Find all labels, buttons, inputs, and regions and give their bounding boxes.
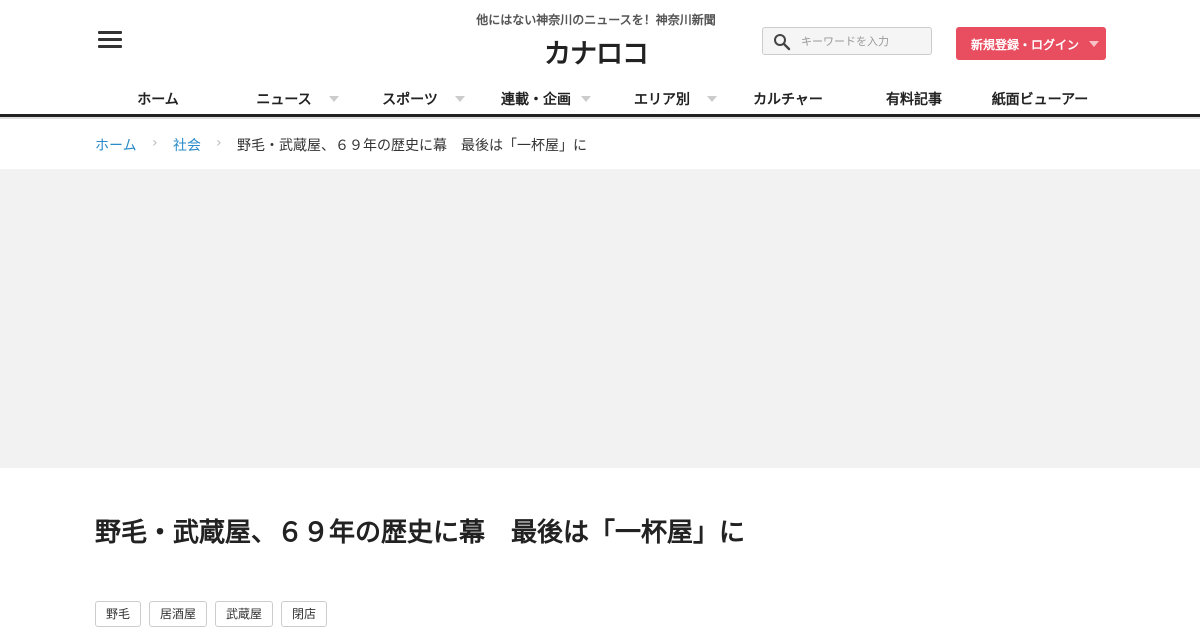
search-icon[interactable] [773,33,791,51]
menu-bar [98,31,122,34]
breadcrumb-home[interactable]: ホーム [95,135,137,155]
chevron-right-icon: › [152,135,158,151]
tag-item[interactable]: 閉店 [281,601,327,627]
article-title: 野毛・武蔵屋、６９年の歴史に幕 最後は「一杯屋」に [95,518,746,548]
chevron-down-icon [1089,41,1099,47]
nav-item-label: 有料記事 [886,92,942,108]
nav-item-news[interactable]: ニュース [221,84,347,114]
hamburger-menu-icon[interactable] [98,31,122,49]
search-box[interactable] [762,27,932,55]
tag-item[interactable]: 居酒屋 [149,601,207,627]
ad-placeholder [0,169,1200,468]
breadcrumb-category[interactable]: 社会 [173,135,201,155]
nav-item-sports[interactable]: スポーツ [347,84,473,114]
site-logo[interactable]: カナロコ [520,32,672,71]
tag-item[interactable]: 野毛 [95,601,141,627]
chevron-down-icon [329,96,339,102]
chevron-down-icon [581,96,591,102]
search-input[interactable] [801,31,926,51]
site-tagline: 他にはない神奈川のニュースを！神奈川新聞 [476,13,716,27]
tag-item[interactable]: 武蔵屋 [215,601,273,627]
breadcrumb-current: 野毛・武蔵屋、６９年の歴史に幕 最後は「一杯屋」に [237,138,587,154]
chevron-down-icon [707,96,717,102]
main-nav: ホーム ニュース スポーツ 連載・企画 エリア別 カルチャー 有料記事 紙面ビュ… [95,84,1106,114]
chevron-right-icon: › [216,135,222,151]
nav-item-paid[interactable]: 有料記事 [851,84,977,114]
register-login-label: 新規登録・ログイン [971,38,1080,52]
nav-item-viewer[interactable]: 紙面ビューアー [977,84,1103,114]
nav-item-series[interactable]: 連載・企画 [473,84,599,114]
menu-bar [98,38,122,41]
nav-item-home[interactable]: ホーム [95,84,221,114]
nav-item-label: 紙面ビューアー [991,92,1089,108]
nav-item-area[interactable]: エリア別 [599,84,725,114]
register-login-button[interactable]: 新規登録・ログイン [956,27,1106,60]
breadcrumb: ホーム › 社会 › 野毛・武蔵屋、６９年の歴史に幕 最後は「一杯屋」に [0,119,1200,169]
nav-item-culture[interactable]: カルチャー [725,84,851,114]
nav-item-label: ホーム [137,92,179,108]
nav-item-label: カルチャー [753,92,823,108]
chevron-down-icon [455,96,465,102]
menu-bar [98,45,122,48]
site-header: 他にはない神奈川のニュースを！神奈川新聞 カナロコ 新規登録・ログイン ホーム … [0,0,1200,120]
